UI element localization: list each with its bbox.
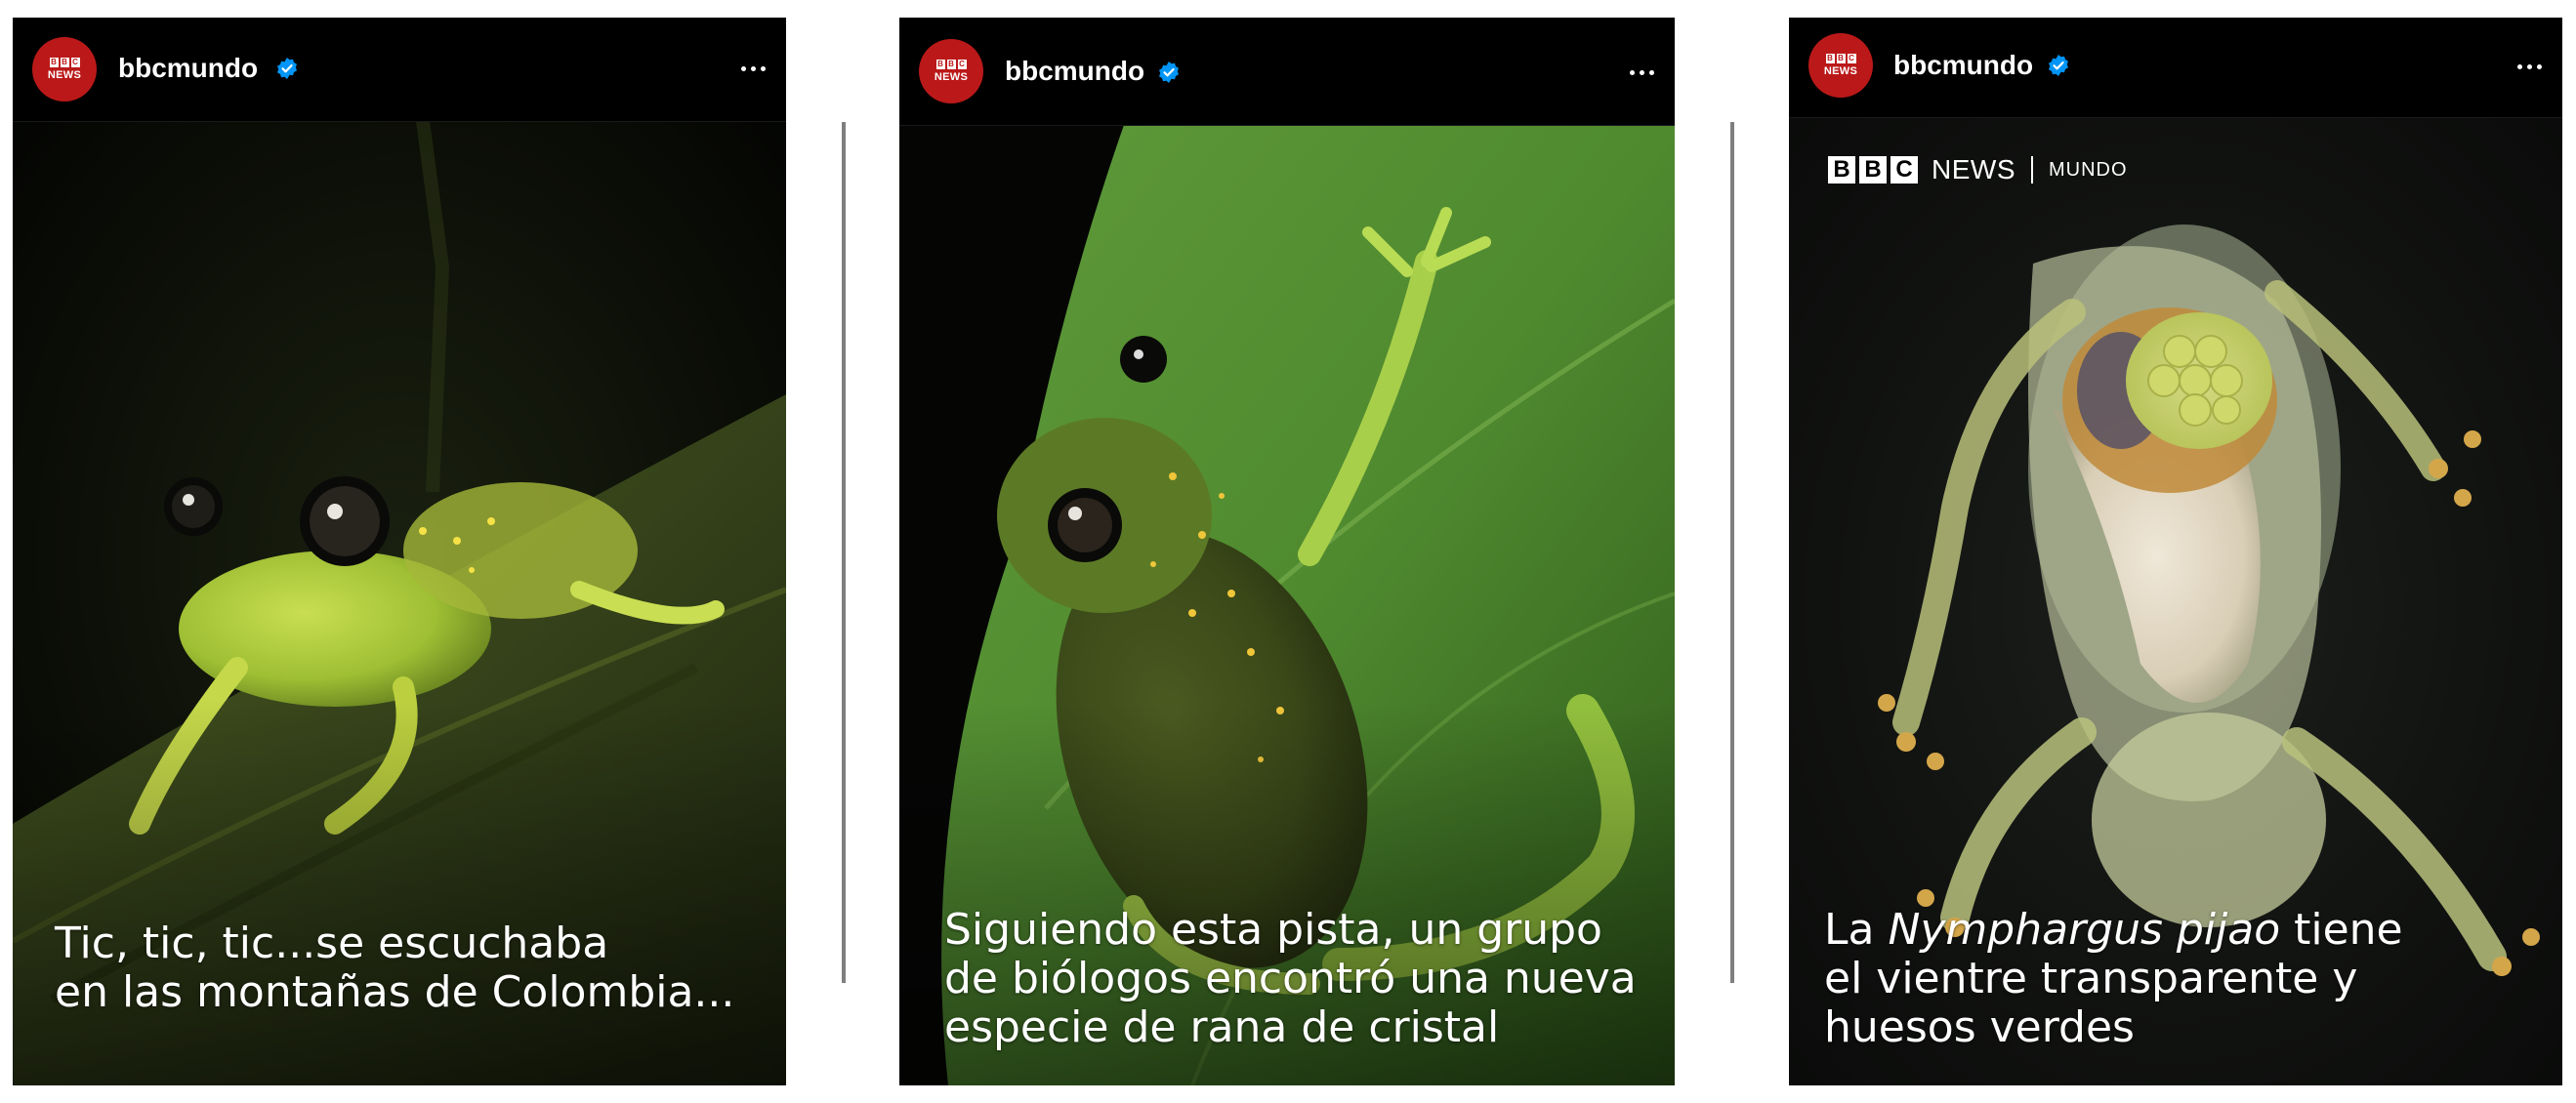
post-card-3[interactable]: BBC NEWS bbcmundo B B C NEWS MUNDO La Ny… [1789, 18, 2562, 1085]
species-name: Nymphargus pijao [1888, 905, 2281, 955]
more-options-icon[interactable] [2510, 51, 2549, 82]
caption-line: en las montañas de Colombia... [55, 967, 735, 1017]
more-options-icon[interactable] [1622, 57, 1661, 88]
caption-line: Siguiendo esta pista, un grupo [944, 905, 1602, 955]
caption-line: Tic, tic, tic...se escuchaba [55, 919, 609, 968]
avatar[interactable]: BBC NEWS [919, 39, 983, 103]
verified-badge-icon [2049, 55, 2068, 76]
carousel-divider [842, 122, 846, 983]
post-header: BBC NEWS bbcmundo [899, 18, 1675, 126]
caption-line: especie de rana de cristal [944, 1002, 1500, 1052]
carousel-stage: BBC NEWS bbcmundo Tic, tic, tic...se esc… [0, 0, 2576, 1103]
avatar-label: NEWS [47, 69, 82, 81]
post-caption: Siguiendo esta pista, un grupo de biólog… [944, 906, 1675, 1052]
post-caption: La Nymphargus pijao tiene el vientre tra… [1824, 906, 2562, 1052]
bbc-logo-icon: BBC [935, 60, 967, 69]
bbc-logo-icon: BBC [1825, 54, 1856, 63]
post-header: BBC NEWS bbcmundo [1789, 18, 2562, 118]
avatar[interactable]: BBC NEWS [1808, 33, 1873, 98]
avatar[interactable]: BBC NEWS [32, 37, 97, 102]
caption-line: el vientre transparente y [1824, 954, 2358, 1003]
username[interactable]: bbcmundo [118, 51, 258, 86]
post-header: BBC NEWS bbcmundo [13, 18, 786, 122]
carousel-divider [1730, 122, 1734, 983]
more-options-icon[interactable] [733, 53, 772, 84]
caption-line: La Nymphargus pijao tiene [1824, 905, 2403, 955]
bbc-logo-icon: BBC [49, 58, 80, 67]
verified-badge-icon [277, 58, 297, 79]
username[interactable]: bbcmundo [1005, 54, 1144, 89]
post-card-1[interactable]: BBC NEWS bbcmundo Tic, tic, tic...se esc… [13, 18, 786, 1085]
verified-badge-icon [1159, 61, 1179, 83]
caption-line: huesos verdes [1824, 1002, 2135, 1052]
avatar-label: NEWS [934, 71, 969, 83]
username[interactable]: bbcmundo [1893, 48, 2033, 83]
avatar-label: NEWS [1823, 65, 1858, 77]
post-card-2[interactable]: BBC NEWS bbcmundo Siguiendo esta pista, … [899, 18, 1675, 1085]
bbc-news-mundo-logo: BBC NEWS MUNDO [1828, 154, 2128, 185]
caption-line: de biólogos encontró una nueva [944, 954, 1637, 1003]
post-caption: Tic, tic, tic...se escuchaba en las mont… [55, 919, 786, 1017]
